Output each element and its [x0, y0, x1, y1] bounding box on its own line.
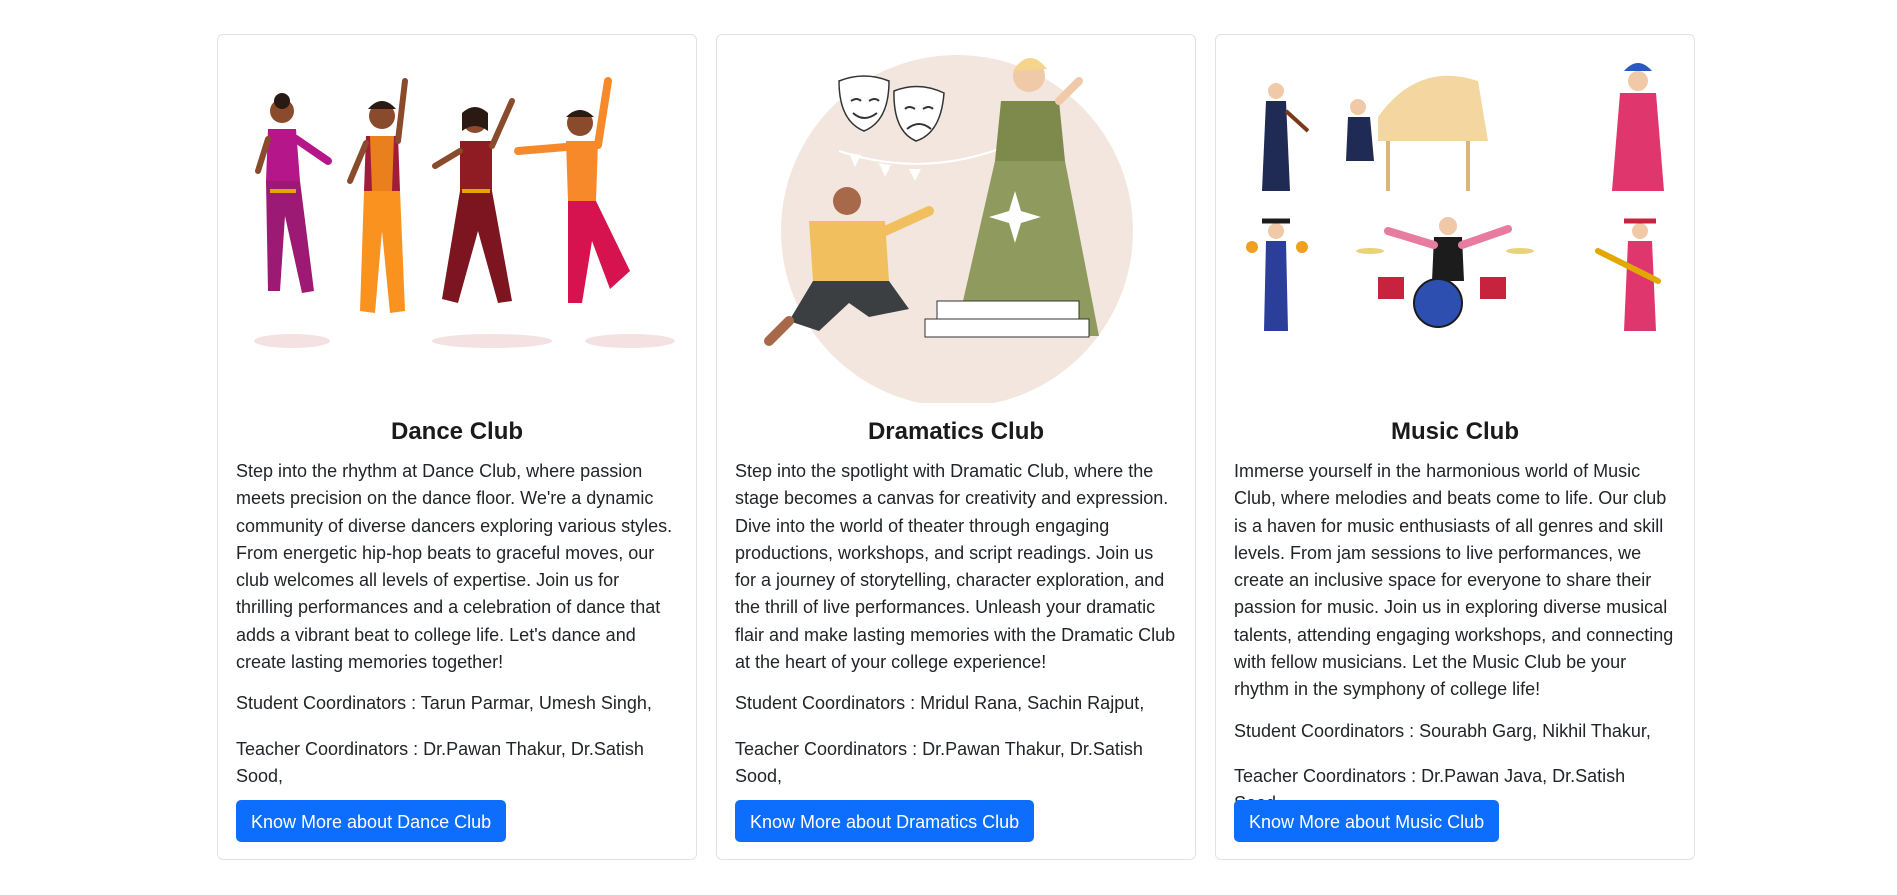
know-more-dramatics-club-button[interactable]: Know More about Dramatics Club	[735, 800, 1035, 842]
music-club-title: Music Club	[1390, 418, 1519, 445]
music-club-student-coordinators: Student Coordinators : Sourabh Garg, Nik…	[1234, 720, 1651, 741]
musicians-illustration-icon	[1246, 63, 1664, 331]
dramatics-club-teacher-coordinators: Teacher Coordinators : Dr.Pawan Thakur, …	[735, 738, 1143, 786]
dancers-illustration-icon	[254, 77, 675, 348]
dramatics-club-title: Dramatics Club	[867, 418, 1045, 445]
know-more-dance-club-button[interactable]: Know More about Dance Club	[236, 800, 507, 842]
dance-club-card-body: Dance Club Step into the rhythm at Dance…	[236, 415, 678, 808]
dance-club-description: Step into the rhythm at Dance Club, wher…	[236, 461, 673, 673]
music-club-description: Immerse yourself in the harmonious world…	[1234, 461, 1674, 700]
dramatics-club-description: Step into the spotlight with Dramatic Cl…	[735, 461, 1176, 673]
dramatics-club-card-body: Dramatics Club Step into the spotlight w…	[735, 415, 1177, 808]
dramatics-club-card: Dramatics Club Step into the spotlight w…	[716, 34, 1196, 860]
theater-masks-actors-illustration-icon	[764, 55, 1133, 403]
dance-club-title: Dance Club	[390, 418, 524, 445]
music-club-card-body: Music Club Immerse yourself in the harmo…	[1234, 415, 1676, 836]
music-club-card: Music Club Immerse yourself in the harmo…	[1215, 34, 1695, 860]
dramatics-club-student-coordinators: Student Coordinators : Mridul Rana, Sach…	[735, 693, 1145, 714]
dance-club-card: Dance Club Step into the rhythm at Dance…	[217, 34, 697, 860]
dance-club-student-coordinators: Student Coordinators : Tarun Parmar, Ume…	[236, 693, 652, 714]
dance-club-teacher-coordinators: Teacher Coordinators : Dr.Pawan Thakur, …	[236, 738, 644, 786]
know-more-music-club-button[interactable]: Know More about Music Club	[1234, 800, 1500, 842]
club-cards-row: Dance Club Step into the rhythm at Dance…	[217, 34, 1695, 860]
